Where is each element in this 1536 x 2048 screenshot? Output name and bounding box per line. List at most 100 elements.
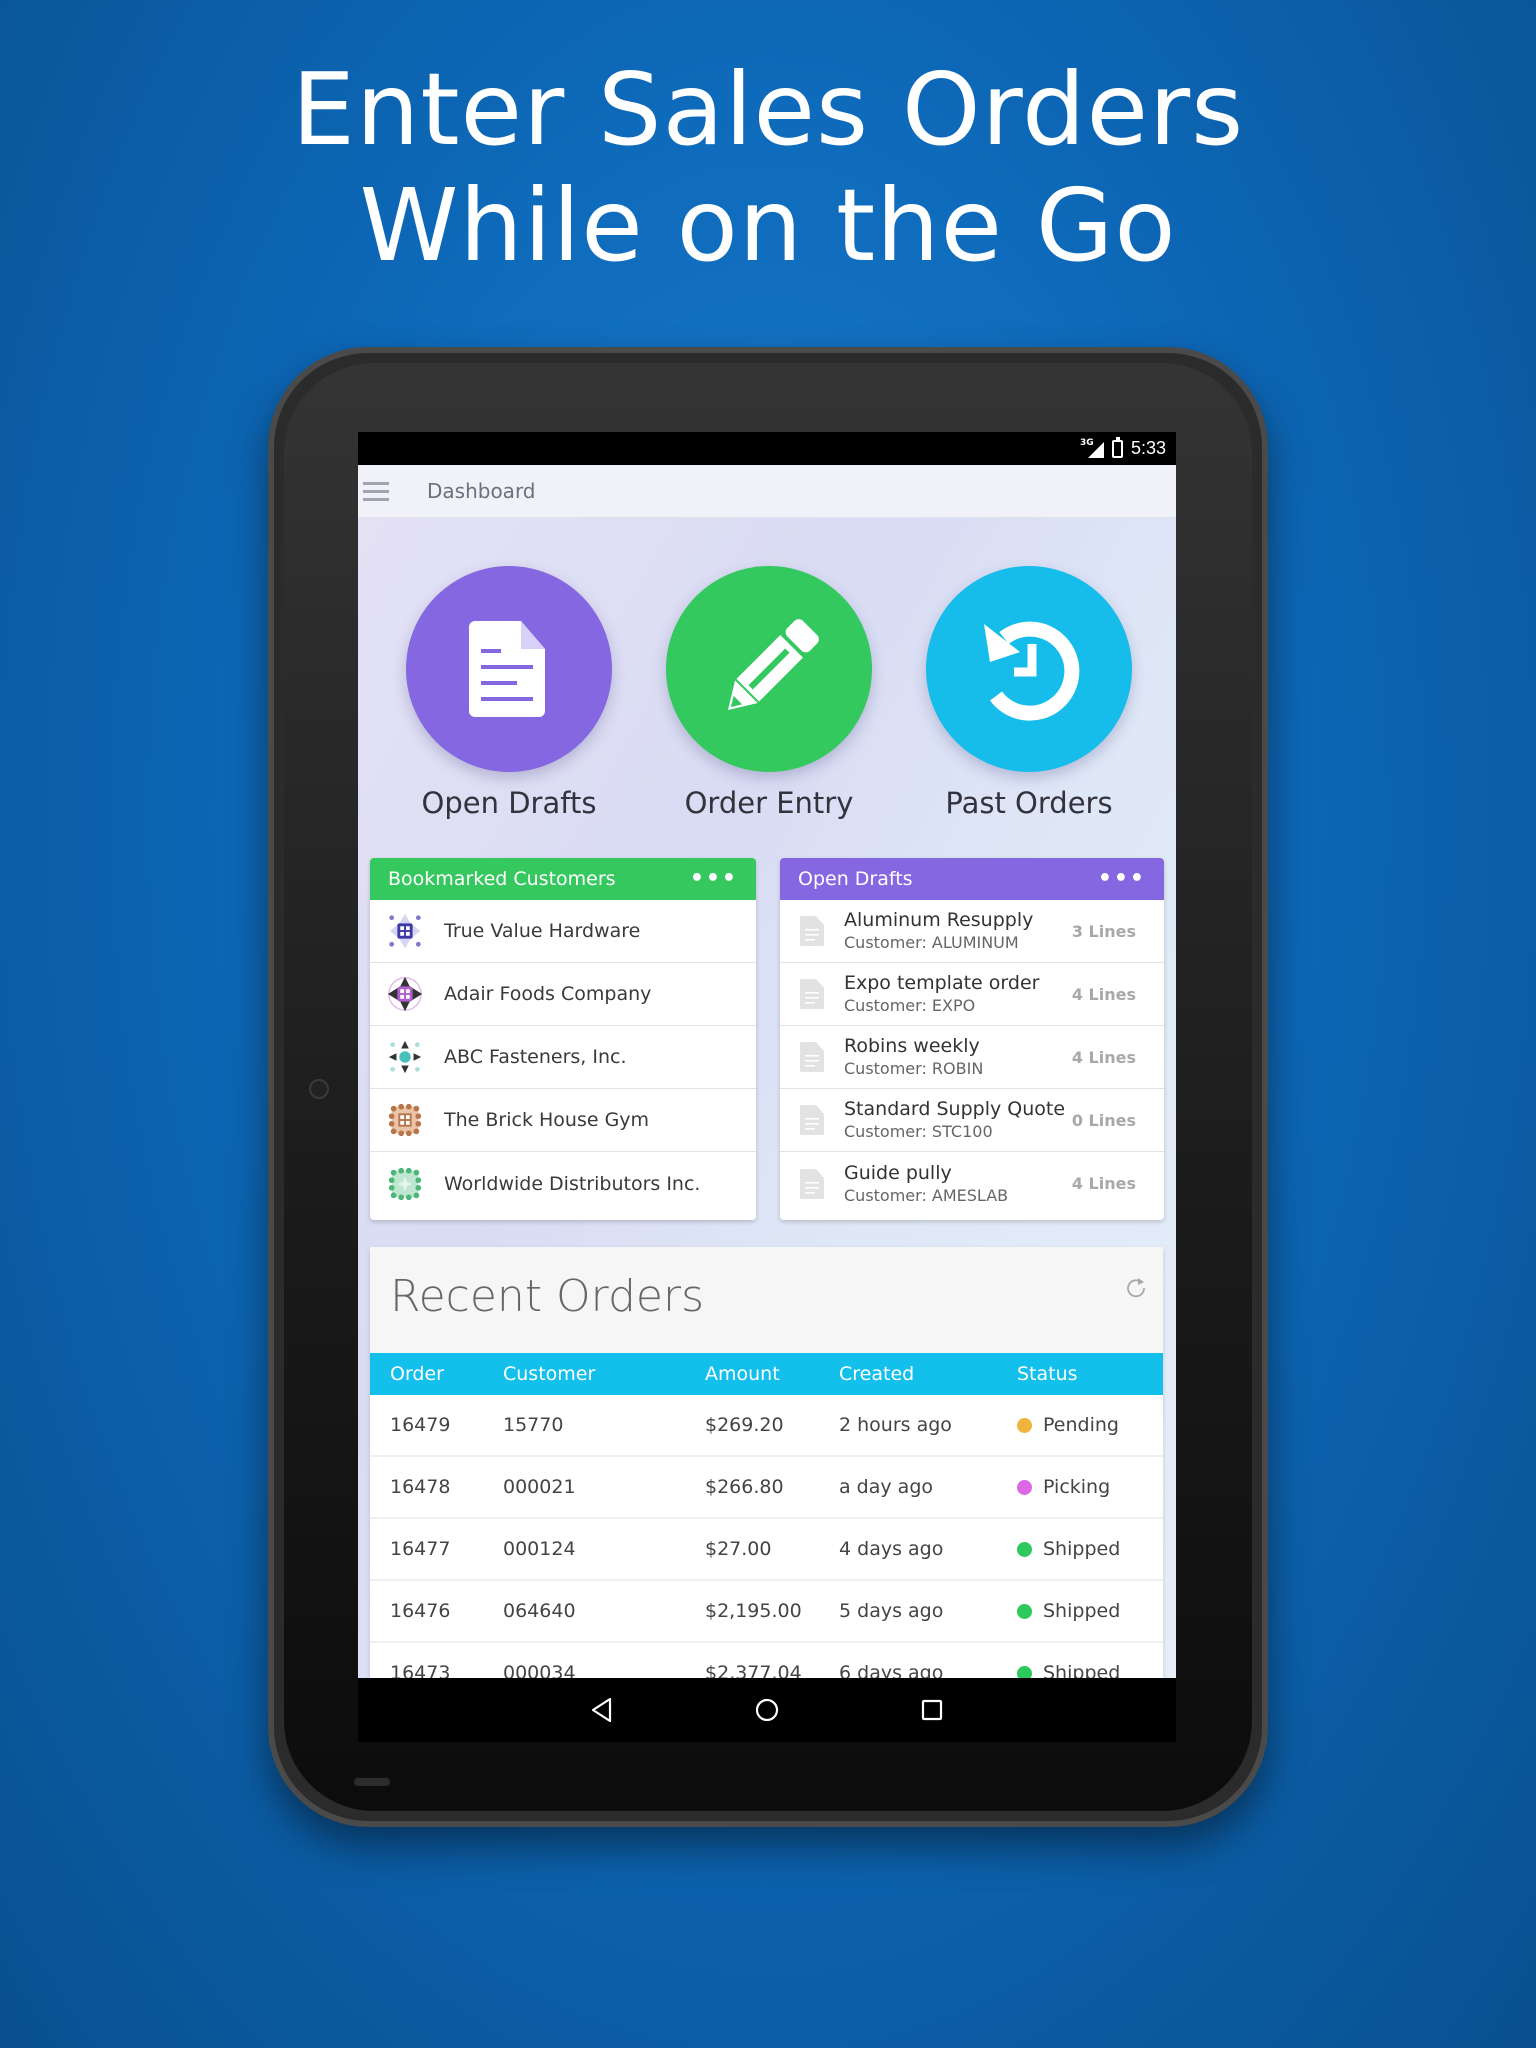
- document-icon: [800, 1042, 824, 1072]
- draft-lines-count: 3 Lines: [1071, 921, 1136, 941]
- column-header-created[interactable]: Created: [839, 1363, 1017, 1385]
- card-title: Bookmarked Customers: [388, 868, 616, 890]
- dashboard-content: Open Drafts Order Entry Past Orders Book…: [358, 518, 1176, 1742]
- column-header-customer[interactable]: Customer: [503, 1363, 705, 1385]
- order-created: a day ago: [839, 1476, 933, 1498]
- bookmarked-customers-header: Bookmarked Customers •••: [370, 858, 756, 900]
- order-customer: 000124: [503, 1538, 576, 1560]
- draft-title: Guide pully: [844, 1161, 952, 1184]
- document-icon: [469, 621, 545, 717]
- order-row[interactable]: 16477 000124 $27.00 4 days ago Shipped: [370, 1519, 1163, 1581]
- draft-title: Standard Supply Quote: [844, 1098, 1066, 1120]
- order-status: Picking: [1017, 1476, 1163, 1498]
- more-dots-icon[interactable]: •••: [1098, 868, 1146, 890]
- past-orders-button[interactable]: Past Orders: [926, 566, 1132, 820]
- draft-title: Robins weekly: [844, 1035, 980, 1057]
- order-customer: 000021: [503, 1476, 576, 1498]
- document-icon: [800, 1105, 824, 1135]
- customer-item[interactable]: The Brick House Gym: [370, 1089, 756, 1152]
- order-entry-label: Order Entry: [684, 786, 854, 820]
- card-title: Open Drafts: [798, 868, 913, 890]
- customer-item[interactable]: ABC Fasteners, Inc.: [370, 1026, 756, 1089]
- orders-table-header: Order Customer Amount Created Status: [370, 1353, 1163, 1395]
- back-icon[interactable]: [590, 1697, 614, 1723]
- recent-orders-title: Recent Orders: [390, 1271, 705, 1322]
- app-bar: Dashboard: [358, 465, 1176, 518]
- speaker-grille: [354, 1778, 390, 1786]
- draft-item[interactable]: Robins weekly Customer: ROBIN 4 Lines: [780, 1026, 1164, 1089]
- customer-avatar-icon: [388, 1167, 422, 1200]
- customer-avatar-icon: [387, 976, 423, 1012]
- status-label: Shipped: [1043, 1538, 1121, 1560]
- order-status: Shipped: [1017, 1600, 1163, 1622]
- order-row[interactable]: 16478 000021 $266.80 a day ago Picking: [370, 1457, 1163, 1519]
- recent-orders-card: Recent Orders Order Customer Amount Crea…: [370, 1247, 1163, 1705]
- android-nav-bar: [358, 1678, 1176, 1742]
- order-number: 16478: [390, 1476, 451, 1498]
- order-created: 5 days ago: [839, 1600, 944, 1622]
- open-drafts-header: Open Drafts •••: [780, 858, 1164, 900]
- customer-name: Worldwide Distributors Inc.: [444, 1172, 701, 1195]
- customer-item[interactable]: Worldwide Distributors Inc.: [370, 1152, 756, 1215]
- customer-name: The Brick House Gym: [444, 1109, 650, 1131]
- front-camera: [309, 1079, 329, 1099]
- order-amount: $27.00: [705, 1538, 772, 1560]
- customer-avatar-icon: [388, 1103, 422, 1137]
- pencil-icon: [727, 619, 819, 711]
- draft-item[interactable]: Guide pully Customer: AMESLAB 4 Lines: [780, 1152, 1164, 1215]
- column-header-status[interactable]: Status: [1017, 1363, 1163, 1385]
- order-number: 16477: [390, 1538, 451, 1560]
- bookmarked-customers-card: Bookmarked Customers ••• True Value Hard…: [370, 858, 756, 1220]
- open-drafts-button[interactable]: Open Drafts: [406, 566, 612, 820]
- customer-avatar-icon: [389, 913, 421, 949]
- customer-item[interactable]: Adair Foods Company: [370, 963, 756, 1026]
- draft-customer: Customer: ALUMINUM: [844, 933, 1019, 952]
- order-customer: 15770: [503, 1414, 564, 1436]
- more-dots-icon[interactable]: •••: [690, 868, 738, 890]
- order-amount: $269.20: [705, 1414, 784, 1436]
- status-label: Shipped: [1043, 1600, 1121, 1622]
- battery-icon: [1111, 436, 1123, 458]
- customer-avatar-icon: [388, 1040, 422, 1074]
- quick-actions: Open Drafts Order Entry Past Orders: [358, 518, 1176, 828]
- draft-item[interactable]: Aluminum Resupply Customer: ALUMINUM 3 Li…: [780, 900, 1164, 963]
- recents-icon[interactable]: [920, 1698, 944, 1722]
- status-label: Picking: [1043, 1476, 1111, 1498]
- order-status: Shipped: [1017, 1538, 1163, 1560]
- order-entry-button[interactable]: Order Entry: [666, 566, 872, 820]
- status-dot-icon: [1017, 1603, 1032, 1619]
- status-dot-icon: [1017, 1417, 1032, 1433]
- headline-line-1: Enter Sales Orders: [291, 51, 1245, 168]
- draft-lines-count: 4 Lines: [1071, 984, 1136, 1004]
- draft-title: Aluminum Resupply: [844, 909, 1034, 931]
- history-icon: [984, 621, 1080, 721]
- column-header-order[interactable]: Order: [370, 1363, 503, 1385]
- draft-item[interactable]: Standard Supply Quote Customer: STC100 0 …: [780, 1089, 1164, 1152]
- order-row[interactable]: 16476 064640 $2,195.00 5 days ago Shipped: [370, 1581, 1163, 1643]
- column-header-amount[interactable]: Amount: [705, 1363, 839, 1385]
- home-icon[interactable]: [754, 1697, 780, 1723]
- hamburger-icon[interactable]: [363, 481, 389, 501]
- document-icon: [800, 979, 824, 1009]
- recent-orders-header: Recent Orders: [370, 1247, 1163, 1353]
- open-drafts-card: Open Drafts ••• Aluminum Resupply Custome…: [780, 858, 1164, 1220]
- customer-item[interactable]: True Value Hardware: [370, 900, 756, 963]
- customer-name: Adair Foods Company: [444, 983, 652, 1005]
- status-bar: 3G 5:33: [358, 432, 1176, 465]
- orders-table-body: 16479 15770 $269.20 2 hours ago Pending 16478…: [370, 1395, 1163, 1705]
- draft-customer: Customer: AMESLAB: [844, 1185, 1009, 1205]
- order-row[interactable]: 16479 15770 $269.20 2 hours ago Pending: [370, 1395, 1163, 1457]
- document-icon: [800, 1168, 824, 1199]
- customer-name: ABC Fasteners, Inc.: [444, 1046, 627, 1068]
- document-icon: [800, 916, 824, 946]
- status-dot-icon: [1017, 1479, 1032, 1495]
- draft-customer: Customer: STC100: [844, 1122, 993, 1141]
- refresh-icon[interactable]: [1125, 1277, 1147, 1299]
- draft-customer: Customer: ROBIN: [844, 1059, 984, 1078]
- order-customer: 064640: [503, 1600, 576, 1622]
- status-label: Pending: [1043, 1414, 1119, 1436]
- order-created: 2 hours ago: [839, 1414, 952, 1436]
- order-status: Pending: [1017, 1414, 1163, 1436]
- draft-customer: Customer: EXPO: [844, 996, 976, 1015]
- draft-item[interactable]: Expo template order Customer: EXPO 4 Line…: [780, 963, 1164, 1026]
